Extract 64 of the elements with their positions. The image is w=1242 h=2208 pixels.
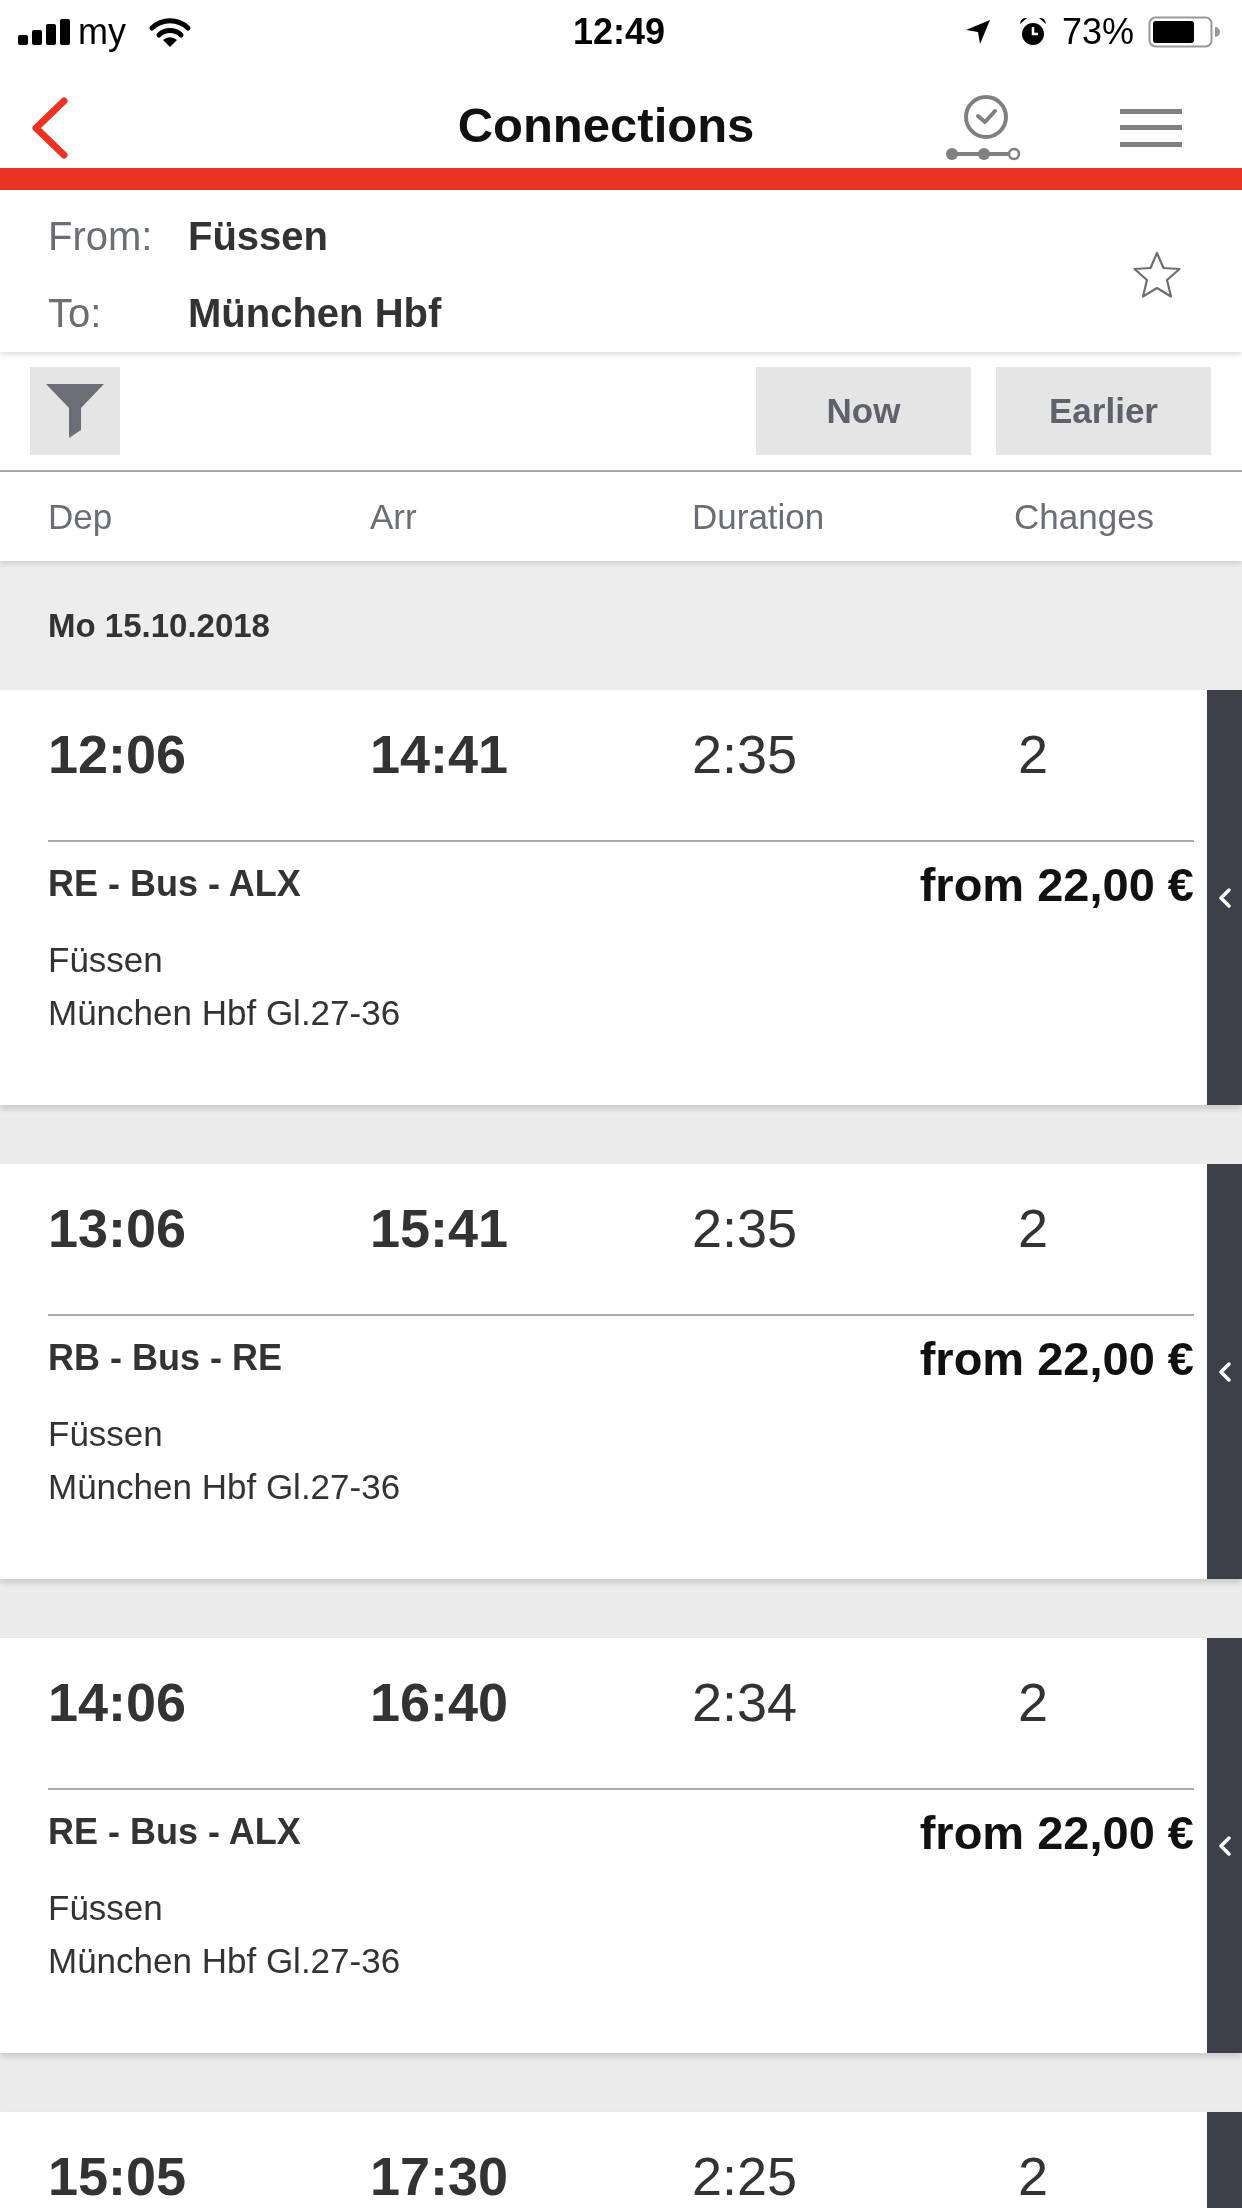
screen-title: Connections [457, 97, 755, 153]
transport-modes: RB - Bus - RE [48, 1337, 282, 1379]
column-header: Changes [1014, 496, 1155, 537]
wifi-icon [148, 17, 192, 47]
chevron-left-icon [1217, 886, 1232, 909]
fare-price: from 22,00 € [919, 1804, 1194, 1860]
changes-count: 2 [1017, 2145, 1049, 2208]
back-icon[interactable] [30, 97, 70, 159]
from-station[interactable]: Füssen [188, 208, 329, 264]
changes-count: 2 [1017, 1197, 1049, 1260]
connection-card[interactable]: 15:05 17:30 2:25 2 [0, 2112, 1242, 2208]
origin-stop: Füssen [48, 939, 163, 981]
destination-stop: München Hbf Gl.27-36 [48, 1940, 401, 1982]
expand-handle[interactable] [1207, 1638, 1242, 2053]
departure-time: 12:06 [48, 723, 187, 786]
signal-icon [18, 19, 70, 45]
connection-card[interactable]: 12:06 14:41 2:35 2 RE - Bus - ALX from 22,00 € Füssen München Hbf Gl.27-36 [0, 690, 1242, 1105]
trip-duration: 2:35 [692, 723, 798, 786]
expand-handle[interactable] [1207, 1164, 1242, 1579]
earlier-button[interactable]: Earlier [996, 367, 1211, 455]
column-header: Arr [370, 496, 417, 537]
trip-duration: 2:25 [692, 2145, 798, 2208]
to-label: To: [48, 290, 102, 337]
destination-stop: München Hbf Gl.27-36 [48, 992, 401, 1034]
now-button[interactable]: Now [756, 367, 971, 455]
alarm-clock-icon [1017, 17, 1048, 47]
date-heading: Mo 15.10.2018 [48, 606, 270, 645]
arrival-time: 16:40 [370, 1671, 509, 1734]
to-station[interactable]: München Hbf [188, 285, 442, 341]
column-header: Duration [692, 496, 825, 537]
star-icon[interactable] [1132, 250, 1182, 299]
filter-icon [46, 384, 104, 438]
clock-timeline-icon[interactable] [944, 94, 1022, 162]
arrival-time: 17:30 [370, 2145, 509, 2208]
connection-card[interactable]: 13:06 15:41 2:35 2 RB - Bus - RE from 22,00 € Füssen München Hbf Gl.27-36 [0, 1164, 1242, 1579]
fare-price: from 22,00 € [919, 856, 1194, 912]
location-arrow-icon [965, 20, 990, 44]
arrival-time: 15:41 [370, 1197, 509, 1260]
carrier-name: my [78, 11, 126, 53]
battery-icon [1148, 16, 1220, 48]
transport-modes: RE - Bus - ALX [48, 863, 301, 905]
changes-count: 2 [1017, 723, 1049, 786]
departure-time: 13:06 [48, 1197, 187, 1260]
departure-time: 14:06 [48, 1671, 187, 1734]
destination-stop: München Hbf Gl.27-36 [48, 1466, 401, 1508]
transport-modes: RE - Bus - ALX [48, 1811, 301, 1853]
trip-duration: 2:35 [692, 1197, 798, 1260]
status-time: 12:49 [572, 11, 666, 53]
column-header: Dep [48, 496, 113, 537]
from-label: From: [48, 213, 153, 260]
fare-price: from 22,00 € [919, 1330, 1194, 1386]
departure-time: 15:05 [48, 2145, 187, 2208]
expand-handle[interactable] [1207, 690, 1242, 1105]
battery-percent: 73% [1061, 11, 1134, 53]
chevron-left-icon [1217, 1834, 1232, 1857]
origin-stop: Füssen [48, 1413, 163, 1455]
chevron-left-icon [1217, 1360, 1232, 1383]
trip-duration: 2:34 [692, 1671, 798, 1734]
arrival-time: 14:41 [370, 723, 509, 786]
origin-stop: Füssen [48, 1887, 163, 1929]
filter-button[interactable] [30, 367, 120, 455]
connection-card[interactable]: 14:06 16:40 2:34 2 RE - Bus - ALX from 22,00 € Füssen München Hbf Gl.27-36 [0, 1638, 1242, 2053]
menu-icon[interactable] [1120, 109, 1182, 147]
changes-count: 2 [1017, 1671, 1049, 1734]
